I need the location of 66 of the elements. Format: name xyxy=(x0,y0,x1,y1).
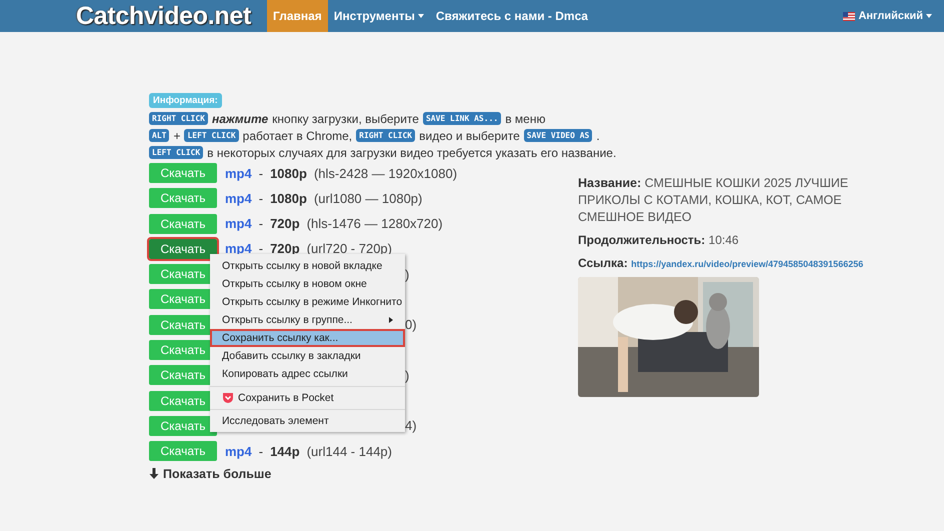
instruction-text: кнопку загрузки, выберите xyxy=(272,112,419,126)
format-detail: ) xyxy=(405,368,410,383)
instruction-text: в меню xyxy=(505,112,546,126)
quality-label: 144p xyxy=(270,444,300,459)
nav-tab[interactable]: Инструменты xyxy=(328,0,430,32)
download-button[interactable]: Скачать xyxy=(149,441,217,462)
format-detail: 4) xyxy=(405,418,417,434)
pocket-icon xyxy=(222,392,234,404)
caret-icon xyxy=(418,14,424,18)
instruction-text: + xyxy=(173,128,180,142)
format-detail: (url144 - 144p) xyxy=(306,444,392,459)
key-label: RIGHT CLICK xyxy=(149,112,208,125)
field-label: Ссылка: xyxy=(578,256,628,270)
download-button[interactable]: Скачать xyxy=(149,238,217,259)
download-button[interactable]: Скачать xyxy=(149,188,217,208)
instruction-text: в некоторых случаях для загрузки видео требуется указать его название. xyxy=(207,146,616,160)
format-detail: 0) xyxy=(405,317,417,332)
separator-dash: - xyxy=(258,166,264,180)
separator-dash: - xyxy=(258,444,264,459)
separator-dash: - xyxy=(258,216,264,232)
instruction-text: . xyxy=(596,128,600,142)
show-more-button[interactable]: Показать больше xyxy=(149,466,272,481)
language-dropdown[interactable]: Английский xyxy=(837,0,938,32)
field-label: Продолжительность: xyxy=(578,233,706,247)
video-link[interactable]: https://yandex.ru/video/preview/4794585048391566256 xyxy=(631,259,864,269)
format-link[interactable]: mp4 xyxy=(225,166,252,180)
separator-dash: - xyxy=(258,190,264,206)
download-button[interactable]: Скачать xyxy=(149,416,217,436)
menu-item[interactable]: Исследовать элемент xyxy=(210,409,405,429)
site-logo[interactable]: Catchvideo.net xyxy=(76,2,251,30)
arrow-down-icon xyxy=(149,468,159,480)
instruction-text: видео и выберите xyxy=(419,128,520,142)
quality-label: 720p xyxy=(270,216,300,232)
menu-item[interactable]: Сохранить в Pocket xyxy=(210,386,405,406)
video-title: Название: СМЕШНЫЕ КОШКИ 2025 ЛУЧШИЕ ПРИКОЛЫ С КОТАМИ, КОШКА, КОТ, САМОЕ СМЕШНОЕ ВИДЕО xyxy=(578,175,850,226)
instruction-text: работает в Chrome, xyxy=(242,128,352,142)
download-button[interactable]: Скачать xyxy=(149,163,217,183)
format-detail: ) xyxy=(405,266,410,282)
quality-label: 1080p xyxy=(270,190,307,206)
flag-icon xyxy=(843,12,856,20)
format-link[interactable]: mp4 xyxy=(225,216,252,232)
key-label: SAVE LINK AS... xyxy=(422,112,502,125)
key-label: SAVE VIDEO AS xyxy=(524,129,592,142)
info-badge: Информация: xyxy=(149,93,222,108)
separator-dash: - xyxy=(258,241,264,256)
format-link[interactable]: mp4 xyxy=(225,444,252,459)
menu-item[interactable]: Сохранить ссылку как... xyxy=(210,329,405,347)
nav-tab[interactable]: Свяжитесь с нами - Dmca xyxy=(430,0,594,32)
caret-icon xyxy=(926,14,932,18)
key-label: ALT xyxy=(149,129,170,142)
quality-label: 1080p xyxy=(270,166,307,180)
format-link[interactable]: mp4 xyxy=(225,241,252,256)
key-label: RIGHT CLICK xyxy=(356,129,416,142)
nav-tab[interactable]: Главная xyxy=(267,0,328,32)
key-label: LEFT CLICK xyxy=(149,146,204,159)
format-detail: (hls-1476 — 1280x720) xyxy=(306,216,443,232)
submenu-arrow-icon xyxy=(389,317,393,323)
format-detail: (url1080 — 1080p) xyxy=(314,190,422,206)
key-label: LEFT CLICK xyxy=(184,129,239,142)
download-button[interactable]: Скачать xyxy=(149,214,217,234)
format-detail: (hls-2428 — 1920x1080) xyxy=(314,166,458,180)
format-link[interactable]: mp4 xyxy=(225,190,252,206)
format-detail: (url720 - 720p) xyxy=(306,241,392,256)
video-duration: 10:46 xyxy=(708,233,739,247)
quality-label: 720p xyxy=(270,241,300,256)
instruction-text: нажмите xyxy=(212,112,268,126)
